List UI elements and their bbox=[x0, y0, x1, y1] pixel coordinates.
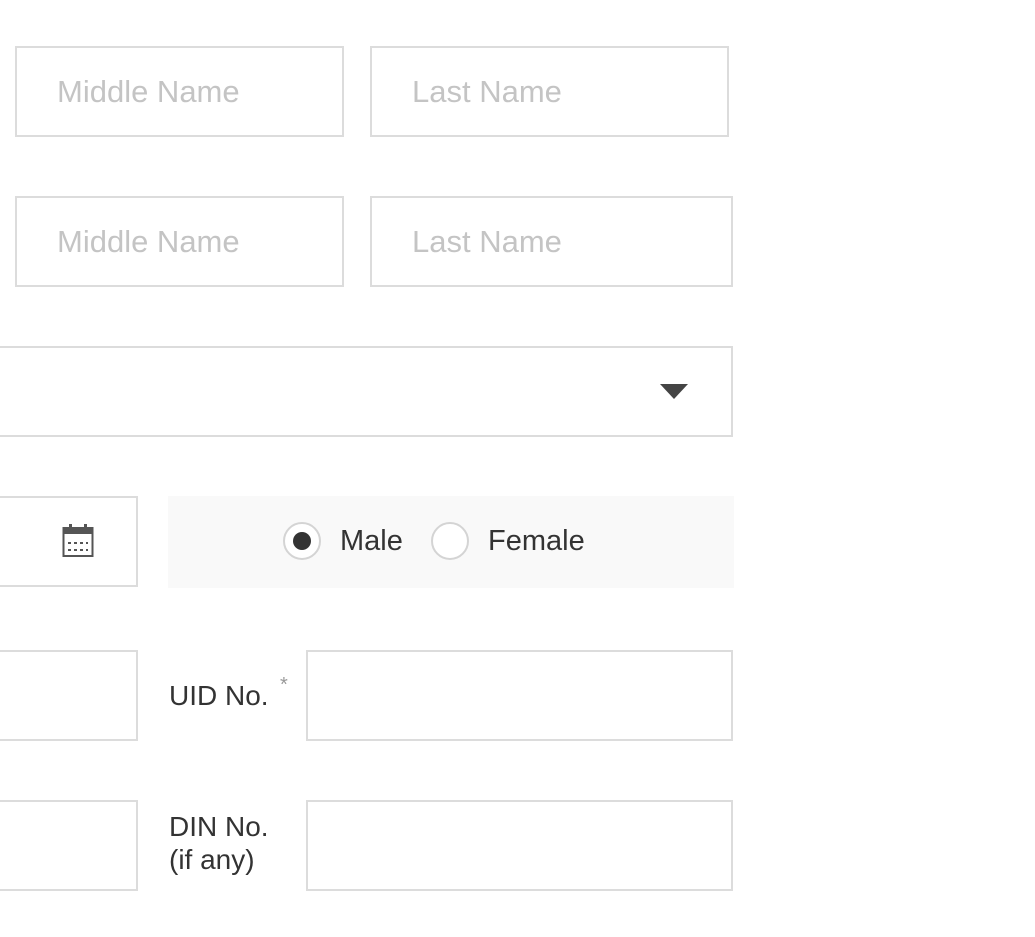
middle-name-input[interactable] bbox=[15, 46, 344, 137]
gender-female-label[interactable]: Female bbox=[488, 524, 585, 558]
gender-female-radio[interactable] bbox=[431, 522, 469, 560]
dropdown-select[interactable] bbox=[0, 346, 733, 437]
radio-selected-dot bbox=[293, 532, 311, 550]
uid-label: UID No. bbox=[169, 680, 269, 711]
gender-radio-group: Male Female bbox=[168, 496, 734, 588]
gender-male-label[interactable]: Male bbox=[340, 524, 403, 558]
calendar-icon[interactable] bbox=[62, 523, 94, 559]
gender-male-radio[interactable] bbox=[283, 522, 321, 560]
date-of-birth-field[interactable] bbox=[0, 496, 138, 587]
left-text-input-1[interactable] bbox=[0, 650, 138, 741]
required-asterisk: * bbox=[280, 674, 288, 696]
middle-name-input-2[interactable] bbox=[15, 196, 344, 287]
last-name-input[interactable] bbox=[370, 46, 729, 137]
din-number-input[interactable] bbox=[306, 800, 733, 891]
caret-down-icon[interactable] bbox=[660, 384, 688, 399]
left-text-input-2[interactable] bbox=[0, 800, 138, 891]
last-name-input-2[interactable] bbox=[370, 196, 733, 287]
din-label-line1: DIN No. bbox=[169, 811, 269, 842]
din-label-line2: (if any) bbox=[169, 844, 255, 875]
form-stage: Male Female UID No. * DIN No. (if any) bbox=[0, 0, 1035, 937]
uid-number-input[interactable] bbox=[306, 650, 733, 741]
